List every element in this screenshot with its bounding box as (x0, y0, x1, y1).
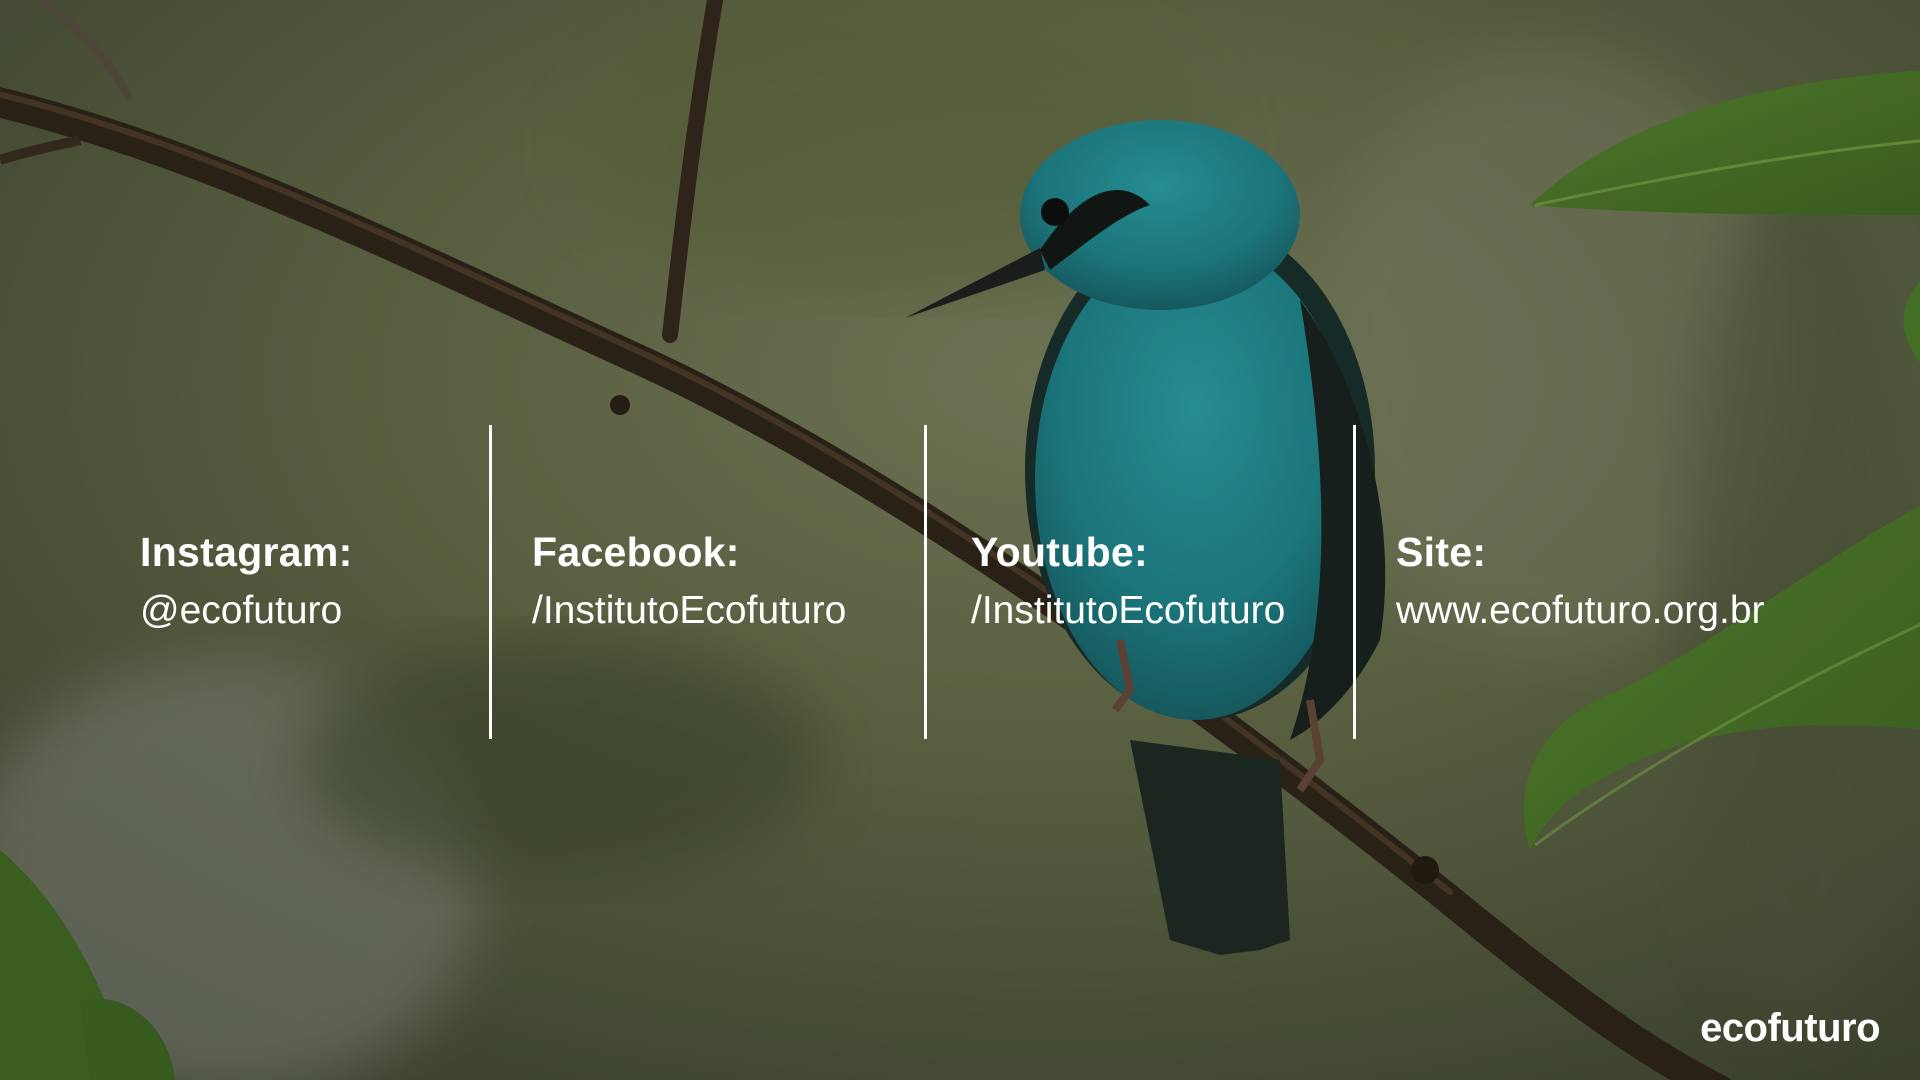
divider-1 (489, 425, 492, 739)
divider-3 (1353, 425, 1356, 739)
site-label: Site: (1396, 529, 1487, 575)
contact-instagram: Instagram: @ecofuturo (140, 526, 353, 636)
youtube-handle[interactable]: /InstitutoEcofuturo (971, 586, 1285, 636)
contact-facebook: Facebook: /InstitutoEcofuturo (532, 526, 846, 636)
instagram-label: Instagram: (140, 529, 353, 575)
youtube-label: Youtube: (971, 529, 1148, 575)
contact-youtube: Youtube: /InstitutoEcofuturo (971, 526, 1285, 636)
facebook-label: Facebook: (532, 529, 740, 575)
facebook-handle[interactable]: /InstitutoEcofuturo (532, 586, 846, 636)
contact-site: Site: www.ecofuturo.org.br (1396, 526, 1765, 636)
instagram-handle[interactable]: @ecofuturo (140, 586, 353, 636)
site-url[interactable]: www.ecofuturo.org.br (1396, 586, 1765, 636)
divider-2 (924, 425, 927, 739)
contact-slide: Instagram: @ecofuturo Facebook: /Institu… (0, 0, 1920, 1080)
ecofuturo-logo: ecofuturo (1700, 1006, 1880, 1050)
